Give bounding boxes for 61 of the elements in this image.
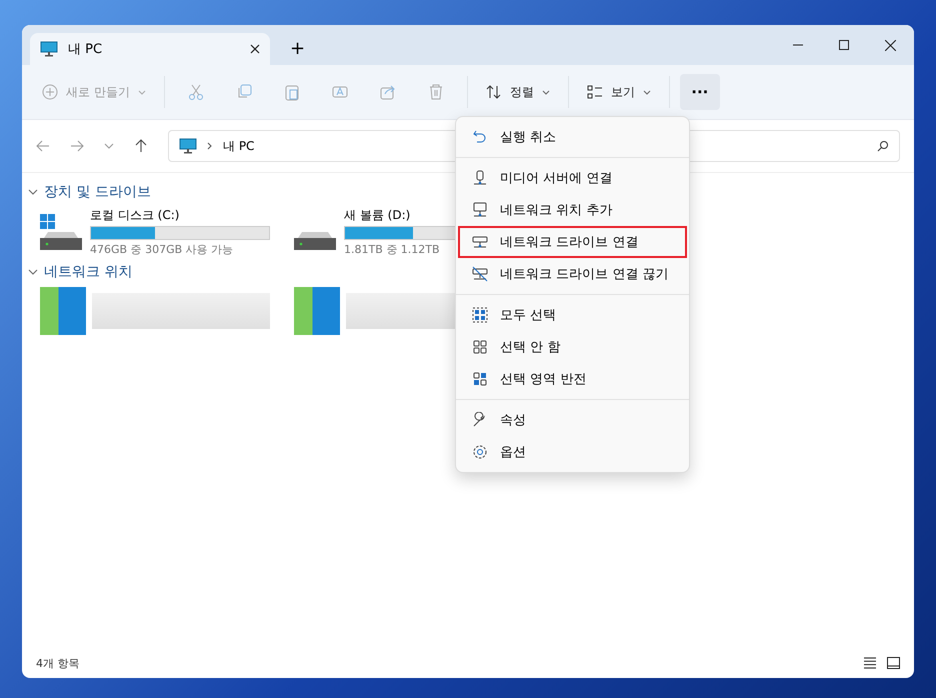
tiles-view-icon[interactable] — [887, 657, 900, 669]
menu-item[interactable]: 옵션 — [458, 436, 687, 468]
menu-item[interactable]: 네트워크 위치 추가 — [458, 194, 687, 226]
search-icon[interactable] — [877, 140, 889, 152]
view-button[interactable]: 보기 — [578, 78, 659, 106]
close-icon[interactable] — [885, 40, 896, 50]
invert-selection-icon — [472, 371, 488, 387]
select-all-icon — [472, 307, 488, 323]
blurred-icon — [40, 287, 86, 335]
menu-item[interactable]: 네트워크 드라이브 연결 끊기 — [458, 258, 687, 290]
drive-name: 로컬 디스크 (C:) — [90, 207, 180, 224]
close-icon[interactable] — [250, 44, 260, 54]
clipboard-icon[interactable] — [282, 83, 301, 101]
network-location-icon — [472, 202, 488, 218]
details-view-icon[interactable] — [863, 657, 877, 669]
select-none-icon — [472, 339, 488, 355]
new-tab-button[interactable]: + — [284, 38, 312, 59]
menu-item[interactable]: 속성 — [458, 404, 687, 436]
plus-circle-icon — [42, 84, 58, 100]
monitor-icon — [40, 41, 58, 57]
free-space-text: 1.81TB 중 1.12TB — [344, 242, 440, 257]
media-server-icon — [472, 170, 488, 186]
network-drive-icon — [472, 234, 488, 250]
menu-item[interactable]: 미디어 서버에 연결 — [458, 162, 687, 194]
blurred-icon — [294, 287, 340, 335]
sort-arrows-icon — [486, 84, 502, 100]
free-space-text: 476GB 중 307GB 사용 가능 — [90, 242, 234, 257]
forward-icon[interactable] — [70, 139, 84, 153]
section-title: 네트워크 위치 — [44, 263, 132, 281]
drive-name: 새 볼륨 (D:) — [344, 207, 410, 224]
window-tab[interactable]: 내 PC — [30, 33, 270, 65]
monitor-icon — [179, 138, 197, 154]
menu-item[interactable]: 선택 영역 반전 — [458, 363, 687, 395]
chevron-right-icon — [207, 142, 213, 150]
menu-item[interactable]: 선택 안 함 — [458, 331, 687, 363]
caret-icon — [642, 90, 651, 94]
scissors-icon[interactable] — [186, 83, 205, 101]
caret-icon — [138, 90, 146, 94]
chevron-down-icon[interactable] — [104, 141, 114, 151]
item-count: 4개 항목 — [36, 656, 80, 670]
caret-icon — [542, 90, 550, 94]
windows-logo-icon — [40, 214, 55, 229]
back-icon[interactable] — [36, 139, 50, 153]
list-view-icon — [586, 84, 603, 100]
section-header[interactable]: 네트워크 위치 — [28, 263, 132, 281]
settings-icon — [472, 444, 488, 460]
hard-drive-icon — [40, 232, 82, 250]
share-icon[interactable] — [378, 83, 397, 101]
sort-button[interactable]: 정렬 — [478, 78, 558, 106]
menu-item[interactable]: 모두 선택 — [458, 299, 687, 331]
more-button[interactable]: ··· — [680, 74, 720, 110]
wrench-icon — [472, 412, 488, 428]
tab-title: 내 PC — [68, 41, 104, 58]
path-text: 내 PC — [223, 138, 254, 154]
disconnect-drive-icon — [472, 266, 488, 282]
undo-icon — [472, 129, 488, 145]
maximize-icon[interactable] — [839, 40, 849, 50]
menu-item[interactable]: 실행 취소 — [458, 121, 687, 153]
up-icon[interactable] — [134, 139, 148, 153]
hard-drive-icon — [294, 232, 336, 250]
menu-item[interactable]: 네트워크 드라이브 연결 — [458, 226, 687, 258]
